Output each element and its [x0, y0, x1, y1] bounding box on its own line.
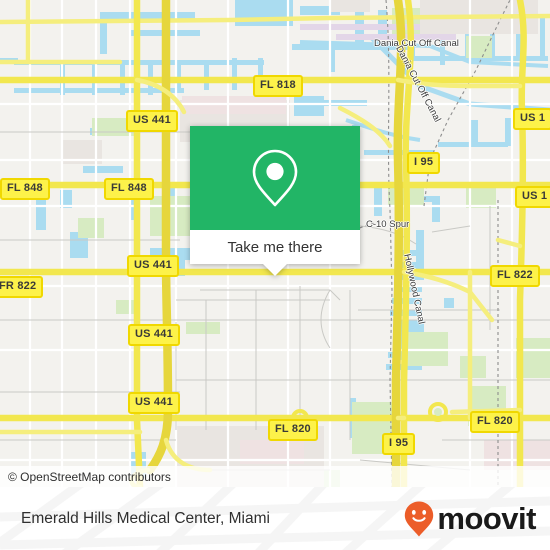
popup-header [190, 126, 360, 230]
road-shield: FL 848 [0, 178, 50, 200]
map-text-label: C-10 Spur [366, 219, 410, 230]
place-popup-card[interactable]: Take me there [190, 126, 360, 276]
road-shield: US 441 [127, 255, 179, 277]
road-shield: FL 848 [104, 178, 154, 200]
road-shield: US 441 [126, 110, 178, 132]
map-attribution-bar: © OpenStreetMap contributors [0, 466, 550, 487]
road-shield: US 441 [128, 324, 180, 346]
road-shield: I 95 [407, 152, 441, 174]
road-shield: US 1 [515, 186, 550, 208]
road-shield: US 1 [513, 108, 550, 130]
map-text-label: Dania Cut Off Canal [374, 38, 459, 49]
moovit-map-screenshot: .mroad { stroke:#ffffff; stroke-width:2.… [0, 0, 550, 550]
road-shield: FL 820 [470, 411, 520, 433]
road-shield: I 95 [382, 433, 416, 455]
road-shield: FL 818 [253, 75, 303, 97]
footer-bar: Emerald Hills Medical Center, Miami moov… [0, 487, 550, 550]
popup-action-row[interactable]: Take me there [190, 230, 360, 264]
road-shield: US 441 [128, 392, 180, 414]
road-shield: FL 822 [490, 265, 540, 287]
moovit-pin-smiley-icon [405, 501, 434, 536]
openstreetmap-attribution[interactable]: © OpenStreetMap contributors [8, 470, 171, 484]
road-shield: FL 820 [268, 419, 318, 441]
moovit-wordmark: moovit [437, 501, 536, 536]
moovit-brand[interactable]: moovit [404, 487, 536, 550]
popup-pointer-tail [263, 264, 287, 276]
map-canvas[interactable]: .mroad { stroke:#ffffff; stroke-width:2.… [0, 0, 550, 487]
place-title: Emerald Hills Medical Center, Miami [21, 509, 270, 527]
take-me-there-label: Take me there [227, 238, 323, 256]
road-shield: FR 822 [0, 276, 44, 298]
map-pin-icon [252, 149, 298, 207]
